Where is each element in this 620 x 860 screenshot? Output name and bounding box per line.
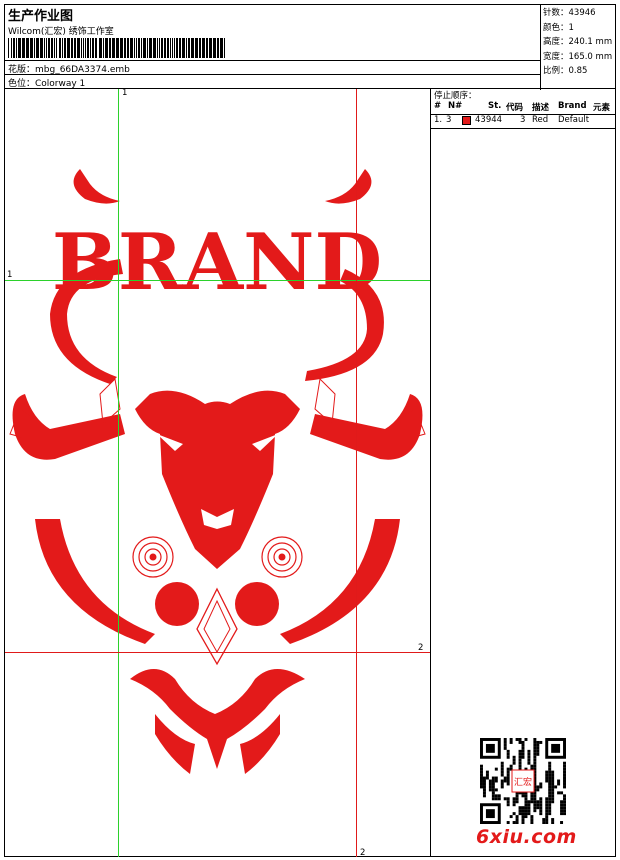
guide-vertical-green xyxy=(118,89,119,857)
embroidery-design: BRAND xyxy=(9,169,426,774)
row-brand: Default xyxy=(558,115,590,125)
qr-code: 汇宏 xyxy=(480,738,566,824)
qr-stamp: 汇宏 xyxy=(514,776,532,788)
table-divider xyxy=(431,128,616,129)
header-divider xyxy=(4,74,540,75)
col-needle: N# xyxy=(448,101,463,111)
guide-vertical-red xyxy=(356,89,357,857)
guide-label: 1 xyxy=(122,88,128,98)
barcode xyxy=(8,38,225,58)
table-row: 1. 3 43944 3 Red Default xyxy=(431,115,616,127)
company-name: Wilcom(汇宏) 绣饰工作室 xyxy=(8,27,114,37)
col-brand: Brand xyxy=(558,101,587,111)
header-divider xyxy=(4,60,540,61)
col-description: 描述 xyxy=(532,103,550,113)
site-watermark: 6xiu.com xyxy=(476,826,577,848)
color-swatch xyxy=(462,116,471,128)
row-description: Red xyxy=(532,115,549,125)
col-stitches: St. xyxy=(488,101,502,111)
row-code: 3 xyxy=(520,115,526,125)
design-height: 高度：240.1 mm xyxy=(543,37,613,47)
guide-label: 2 xyxy=(360,848,366,858)
stop-sequence-title: 停止顺序： xyxy=(434,91,477,101)
guide-label: 1 xyxy=(7,270,13,280)
guide-horizontal-green xyxy=(5,280,430,281)
col-index: # xyxy=(434,101,442,111)
stop-sequence-header: # N# St. 代码 描述 Brand 元素 xyxy=(431,101,616,114)
col-code: 代码 xyxy=(506,103,524,113)
page-title: 生产作业图 xyxy=(8,9,74,24)
design-scale: 比例：0.85 xyxy=(543,66,588,76)
guide-label: 2 xyxy=(418,643,424,653)
row-needle: 3 xyxy=(446,115,452,125)
stats-panel: 针数：43946 颜色：1 高度：240.1 mm 宽度：165.0 mm 比例… xyxy=(540,4,616,90)
col-element: 元素 xyxy=(593,103,611,113)
brand-word: BRAND xyxy=(52,217,382,308)
stitch-count: 针数：43946 xyxy=(543,8,596,18)
color-count: 颜色：1 xyxy=(543,22,574,33)
guide-horizontal-red xyxy=(5,652,430,653)
row-stitches: 43944 xyxy=(475,115,503,125)
row-index: 1. xyxy=(434,115,443,125)
design-width: 宽度：165.0 mm xyxy=(543,51,613,62)
